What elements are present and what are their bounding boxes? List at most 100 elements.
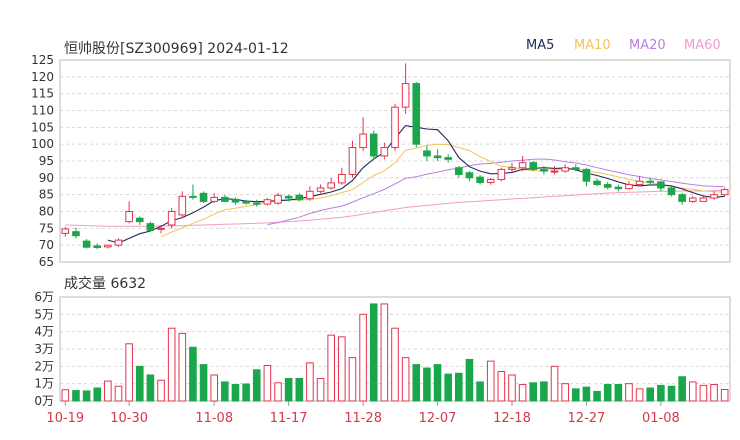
x-tick-label: 11-08: [195, 411, 233, 426]
candle-body: [688, 197, 697, 202]
candle-body: [444, 157, 452, 160]
volume-bar: [667, 385, 676, 402]
volume-y-tick-label: 6万: [34, 290, 54, 304]
volume-bar: [582, 386, 591, 402]
x-tick-label: 12-07: [419, 411, 457, 426]
candle-body: [646, 180, 655, 183]
price-y-tick-label: 125: [31, 53, 54, 67]
candle-body: [338, 173, 346, 184]
candle-body: [380, 147, 389, 157]
candle-body: [369, 133, 378, 157]
volume-bar: [167, 327, 176, 402]
candle-body: [699, 197, 708, 202]
volume-bar: [252, 369, 261, 402]
candle-body: [263, 199, 272, 205]
candle-body: [518, 162, 527, 169]
candle-body: [359, 133, 367, 149]
volume-bar: [263, 364, 272, 402]
volume-y-tick-label: 5万: [34, 307, 54, 321]
volume-bar: [529, 382, 538, 402]
volume-bar: [603, 384, 612, 402]
volume-bar: [295, 377, 304, 402]
x-tick-label: 11-28: [344, 411, 382, 426]
volume-bar: [327, 334, 335, 402]
candle-body: [550, 170, 559, 173]
volume-bar: [306, 362, 314, 402]
volume-bar: [210, 374, 219, 402]
volume-bar: [359, 313, 367, 402]
candle-body: [571, 167, 580, 170]
volume-bar: [476, 381, 484, 402]
price-y-tick-label: 70: [39, 238, 54, 252]
candle-body: [221, 196, 229, 202]
candle-body: [61, 228, 70, 234]
candle-body: [391, 106, 399, 149]
price-y-tick-label: 115: [31, 87, 54, 101]
candle-body: [114, 239, 123, 246]
volume-bar: [401, 357, 410, 402]
candle-body: [189, 195, 197, 198]
candle-body: [135, 217, 144, 223]
candle-body: [157, 227, 165, 230]
candle-body: [327, 182, 335, 189]
candle-body: [678, 194, 686, 202]
price-y-tick-label: 65: [39, 255, 54, 269]
candle-body: [231, 198, 240, 203]
volume-bar: [189, 346, 197, 402]
volume-bar: [348, 357, 357, 402]
candle-body: [284, 195, 293, 199]
volume-bar: [380, 303, 389, 402]
x-tick-label: 01-08: [642, 411, 680, 426]
price-y-tick-label: 75: [39, 221, 54, 235]
volume-y-tick-label: 4万: [34, 325, 54, 339]
candle-body: [306, 190, 314, 200]
price-y-tick-label: 120: [31, 70, 54, 84]
price-y-tick-label: 105: [31, 120, 54, 134]
volume-bar: [433, 364, 442, 402]
price-y-tick-label: 85: [39, 188, 54, 202]
candle-body: [614, 186, 623, 190]
candle-body: [242, 200, 250, 204]
price-y-tick-label: 80: [39, 205, 54, 219]
volume-bar: [221, 381, 229, 402]
x-tick-label: 10-30: [110, 411, 148, 426]
volume-bar: [284, 377, 293, 402]
volume-bar: [82, 390, 91, 402]
volume-bar: [157, 379, 165, 402]
volume-bar: [518, 384, 527, 402]
volume-bar: [497, 371, 506, 402]
candle-body: [104, 244, 112, 248]
volume-y-tick-label: 3万: [34, 342, 54, 356]
price-y-tick-label: 110: [31, 104, 54, 118]
volume-bar: [423, 367, 431, 402]
candle-body: [433, 155, 442, 159]
candle-body: [497, 168, 506, 181]
volume-bar: [455, 372, 463, 402]
candle-body: [710, 194, 718, 199]
volume-bar: [135, 365, 144, 402]
volume-bar: [657, 384, 665, 402]
candle-body: [93, 245, 102, 249]
candle-body: [529, 162, 538, 170]
volume-bar: [242, 383, 250, 402]
x-tick-label: 10-19: [46, 411, 84, 426]
candle-body: [178, 195, 187, 216]
ma-line-ma60: [65, 190, 725, 227]
candle-body: [252, 202, 261, 205]
price-chart: 65 70 75 80 85 90 95 100 105 110 115 120 125 0万 1万 2万 3万…: [31, 53, 731, 426]
candle-body: [423, 150, 431, 157]
candle-body: [603, 184, 612, 188]
volume-bar: [465, 358, 474, 402]
candle-body: [146, 223, 155, 231]
volume-bar: [550, 365, 559, 402]
price-y-tick-label: 90: [39, 171, 54, 185]
candle-body: [348, 147, 357, 175]
candle-body: [412, 83, 421, 145]
ma-line-ma10: [160, 143, 725, 238]
candle-body: [465, 172, 474, 179]
volume-bar: [678, 376, 686, 402]
volume-y-tick-label: 2万: [34, 359, 54, 373]
candle-body: [167, 211, 176, 226]
volume-bar: [125, 343, 133, 402]
volume-bar: [231, 384, 240, 402]
